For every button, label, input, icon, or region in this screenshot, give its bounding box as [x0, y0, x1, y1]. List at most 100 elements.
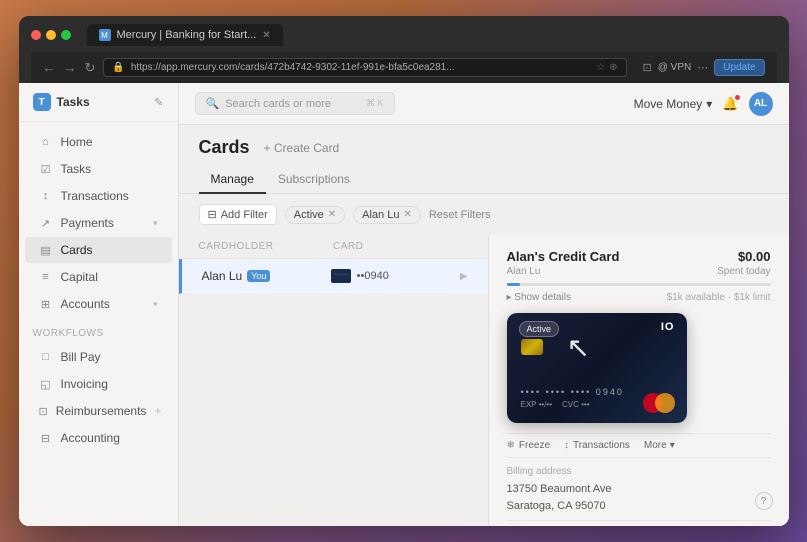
sidebar-item-capital[interactable]: ≡ Capital: [25, 264, 172, 290]
sidebar-item-label: Invoicing: [61, 377, 108, 391]
sidebar-item-accounts[interactable]: ⊞ Accounts ▾: [25, 291, 172, 317]
card-exp: EXP ••/••: [521, 400, 553, 409]
sidebar-item-reimbursements[interactable]: ⊡ Reimbursements +: [25, 398, 172, 424]
extensions-icon[interactable]: ⊡: [643, 61, 652, 74]
browser-tab[interactable]: M Mercury | Banking for Start... ✕: [87, 24, 283, 46]
address-bar[interactable]: 🔒 https://app.mercury.com/cards/472b4742…: [103, 58, 626, 77]
sidebar-item-bill-pay[interactable]: □ Bill Pay: [25, 344, 172, 370]
sidebar-logo: T Tasks: [33, 93, 90, 111]
more-button[interactable]: More ▾: [644, 440, 675, 451]
search-shortcut: ⌘ K: [366, 98, 384, 109]
search-icon: 🔍: [206, 97, 220, 110]
browser-nav: ← → ↻ 🔒 https://app.mercury.com/cards/47…: [31, 52, 777, 83]
bookmark-icon[interactable]: ☆: [596, 62, 605, 73]
sidebar-compose-icon[interactable]: ✎: [154, 96, 163, 109]
forward-button[interactable]: →: [64, 60, 77, 75]
cards-list-header: Cardholder Card: [179, 235, 488, 259]
card-active-badge: Active: [519, 321, 560, 337]
tab-manage-label: Manage: [211, 172, 254, 186]
billing-address: 13750 Beaumont Ave Saratoga, CA 95070: [507, 481, 771, 514]
card-number-display: •••• •••• •••• 0940: [521, 387, 624, 397]
sidebar-item-home[interactable]: ⌂ Home: [25, 129, 172, 155]
page-title-bar: Cards + Create Card: [179, 125, 789, 158]
card-thumbnail-icon: [331, 269, 351, 283]
remove-alan-filter-icon[interactable]: ✕: [403, 209, 411, 220]
accounting-icon: ⊟: [39, 432, 53, 445]
sidebar-item-label: Transactions: [61, 189, 129, 203]
cardholder-name-text: Alan Lu: [202, 269, 243, 283]
fullscreen-traffic-light[interactable]: [61, 30, 71, 40]
create-card-button[interactable]: + Create Card: [264, 141, 340, 155]
transactions-icon: ↕: [564, 440, 569, 451]
close-traffic-light[interactable]: [31, 30, 41, 40]
card-detail-panel: Alan's Credit Card $0.00 Alan Lu Spent t…: [489, 235, 789, 526]
billing-line1: 13750 Beaumont Ave: [507, 481, 771, 498]
transactions-button[interactable]: ↕ Transactions: [564, 440, 630, 451]
search-placeholder: Search cards or more: [225, 98, 331, 110]
spend-bar: [507, 283, 771, 286]
sidebar-item-label: Reimbursements: [56, 404, 147, 418]
sidebar-item-payments[interactable]: ↗ Payments ▾: [25, 210, 172, 236]
active-filter-tag[interactable]: Active ✕: [285, 206, 345, 224]
filter-bar: ⊟ Add Filter Active ✕ Alan Lu ✕ Reset Fi…: [179, 194, 789, 235]
card-exp-cvc: EXP ••/•• CVC •••: [521, 400, 590, 409]
notification-dot: [735, 95, 740, 100]
freeze-button[interactable]: ❄ Freeze: [507, 440, 551, 451]
tab-close-icon[interactable]: ✕: [262, 30, 270, 41]
sidebar-item-tasks[interactable]: ☑ Tasks: [25, 156, 172, 182]
freeze-icon: ❄: [507, 440, 515, 451]
spent-today-label: Spent today: [717, 266, 770, 277]
card-list-item[interactable]: Alan Lu You ••0940 ▶: [179, 259, 488, 294]
menu-icon[interactable]: ⋯: [697, 61, 708, 74]
card-brand-text: IO: [661, 321, 675, 333]
tab-manage[interactable]: Manage: [199, 166, 266, 194]
alan-filter-tag[interactable]: Alan Lu ✕: [353, 206, 421, 224]
mastercard-yellow-circle: [655, 393, 675, 413]
company-name: Tasks: [57, 95, 90, 109]
sidebar-item-label: Bill Pay: [61, 350, 101, 364]
sidebar-item-invoicing[interactable]: ◱ Invoicing: [25, 371, 172, 397]
card-column-header: Card: [333, 241, 468, 252]
create-card-label: + Create Card: [264, 141, 340, 155]
cards-list: Cardholder Card Alan Lu You: [179, 235, 489, 526]
add-filter-button[interactable]: ⊟ Add Filter: [199, 204, 277, 225]
show-details-button[interactable]: ▸ Show details: [507, 292, 572, 303]
cursor-icon: ↖: [567, 331, 590, 364]
tab-subscriptions-label: Subscriptions: [278, 172, 350, 186]
row-arrow-icon: ▶: [460, 271, 468, 282]
extension-icon[interactable]: ⊕: [609, 62, 617, 73]
bill-pay-icon: □: [39, 351, 53, 363]
remove-active-filter-icon[interactable]: ✕: [328, 209, 336, 220]
sidebar-item-label: Payments: [61, 216, 114, 230]
notifications-button[interactable]: 🔔: [722, 96, 738, 112]
card-chip-icon: [521, 339, 543, 355]
sidebar-item-transactions[interactable]: ↕ Transactions: [25, 183, 172, 209]
logo-avatar: T: [33, 93, 51, 111]
tab-favicon: M: [99, 29, 111, 41]
move-money-button[interactable]: Move Money ▾: [634, 97, 713, 111]
mastercard-logo: [643, 393, 675, 413]
freeze-label: Freeze: [519, 440, 550, 451]
chevron-down-icon: ▾: [153, 299, 158, 310]
sidebar-item-label: Capital: [61, 270, 98, 284]
you-badge: You: [247, 270, 270, 282]
move-money-label: Move Money: [634, 97, 703, 111]
cardholder-name: Alan Lu You: [202, 269, 331, 283]
sidebar-item-cards[interactable]: ▤ Cards: [25, 237, 172, 263]
sidebar-item-accounting[interactable]: ⊟ Accounting: [25, 425, 172, 451]
tab-bar: M Mercury | Banking for Start... ✕: [87, 24, 283, 46]
sidebar: T Tasks ✎ ⌂ Home ☑ Tasks ↕ Transactions: [19, 83, 179, 526]
sidebar-item-label: Home: [61, 135, 93, 149]
back-button[interactable]: ←: [43, 60, 56, 75]
update-button[interactable]: Update: [714, 59, 764, 76]
tab-subscriptions[interactable]: Subscriptions: [266, 166, 362, 194]
home-icon: ⌂: [39, 136, 53, 148]
refresh-button[interactable]: ↻: [85, 60, 96, 76]
user-avatar[interactable]: AL: [749, 92, 773, 116]
workflows-section-label: Workflows: [19, 318, 178, 343]
reset-filters-button[interactable]: Reset Filters: [429, 209, 491, 221]
browser-chrome: M Mercury | Banking for Start... ✕ ← → ↻…: [19, 16, 789, 83]
search-box[interactable]: 🔍 Search cards or more ⌘ K: [195, 92, 395, 115]
help-button[interactable]: ?: [755, 492, 773, 510]
minimize-traffic-light[interactable]: [46, 30, 56, 40]
